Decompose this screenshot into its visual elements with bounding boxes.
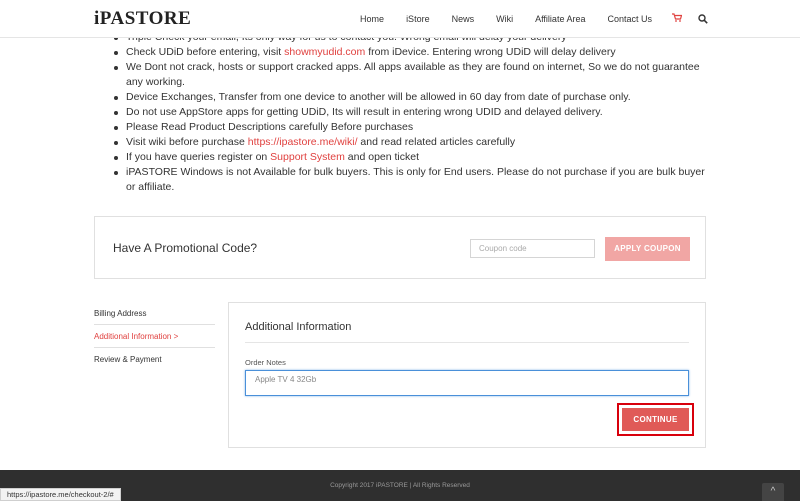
divider	[245, 342, 689, 343]
nav-affiliate-area[interactable]: Affiliate Area	[535, 14, 585, 24]
order-notes-textarea[interactable]: Apple TV 4 32Gb	[245, 370, 689, 396]
nav-home[interactable]: Home	[360, 14, 384, 24]
coupon-code-input[interactable]: Coupon code	[470, 239, 595, 258]
step-additional-information[interactable]: Additional Information >	[94, 325, 215, 348]
note-item: Check UDiD before entering, visit showmy…	[110, 45, 710, 60]
checkout-steps: Billing Address Additional Information >…	[94, 302, 215, 371]
site-logo[interactable]: iPASTORE	[94, 8, 191, 30]
browser-status-url: https://ipastore.me/checkout-2/#	[0, 488, 121, 501]
additional-information-panel: Additional Information Order Notes Apple…	[228, 302, 706, 448]
note-item: Do not use AppStore apps for getting UDi…	[110, 105, 710, 120]
showmyudid-link[interactable]: showmyudid.com	[284, 46, 365, 58]
nav-istore[interactable]: iStore	[406, 14, 430, 24]
apply-coupon-button[interactable]: APPLY COUPON	[605, 237, 690, 261]
support-system-link[interactable]: Support System	[270, 151, 345, 163]
purchase-notes-list: Triple Check your email, Its only way fo…	[110, 30, 710, 195]
continue-highlight: CONTINUE	[617, 403, 694, 436]
note-item: We Dont not crack, hosts or support crac…	[110, 60, 710, 90]
scroll-to-top-button[interactable]: ^	[762, 483, 784, 501]
nav-wiki[interactable]: Wiki	[496, 14, 513, 24]
cart-icon[interactable]	[672, 13, 683, 25]
main-nav: Home iStore News Wiki Affiliate Area Con…	[338, 0, 708, 38]
nav-contact-us[interactable]: Contact Us	[607, 14, 652, 24]
note-item: Visit wiki before purchase https://ipast…	[110, 135, 710, 150]
continue-button[interactable]: CONTINUE	[622, 408, 689, 431]
promo-title: Have A Promotional Code?	[113, 241, 258, 255]
note-item: iPASTORE Windows is not Available for bu…	[110, 165, 710, 195]
site-header: iPASTORE Home iStore News Wiki Affiliate…	[0, 0, 800, 38]
note-item: Please Read Product Descriptions careful…	[110, 120, 710, 135]
step-review-payment[interactable]: Review & Payment	[94, 348, 215, 371]
order-notes-label: Order Notes	[245, 358, 286, 367]
note-item: Device Exchanges, Transfer from one devi…	[110, 90, 710, 105]
promo-code-box: Have A Promotional Code? Coupon code APP…	[94, 216, 706, 279]
panel-title: Additional Information	[245, 321, 352, 333]
wiki-link[interactable]: https://ipastore.me/wiki/	[248, 136, 358, 148]
step-billing-address[interactable]: Billing Address	[94, 302, 215, 325]
search-icon[interactable]	[698, 14, 708, 24]
nav-news[interactable]: News	[452, 14, 475, 24]
note-item: If you have queries register on Support …	[110, 150, 710, 165]
